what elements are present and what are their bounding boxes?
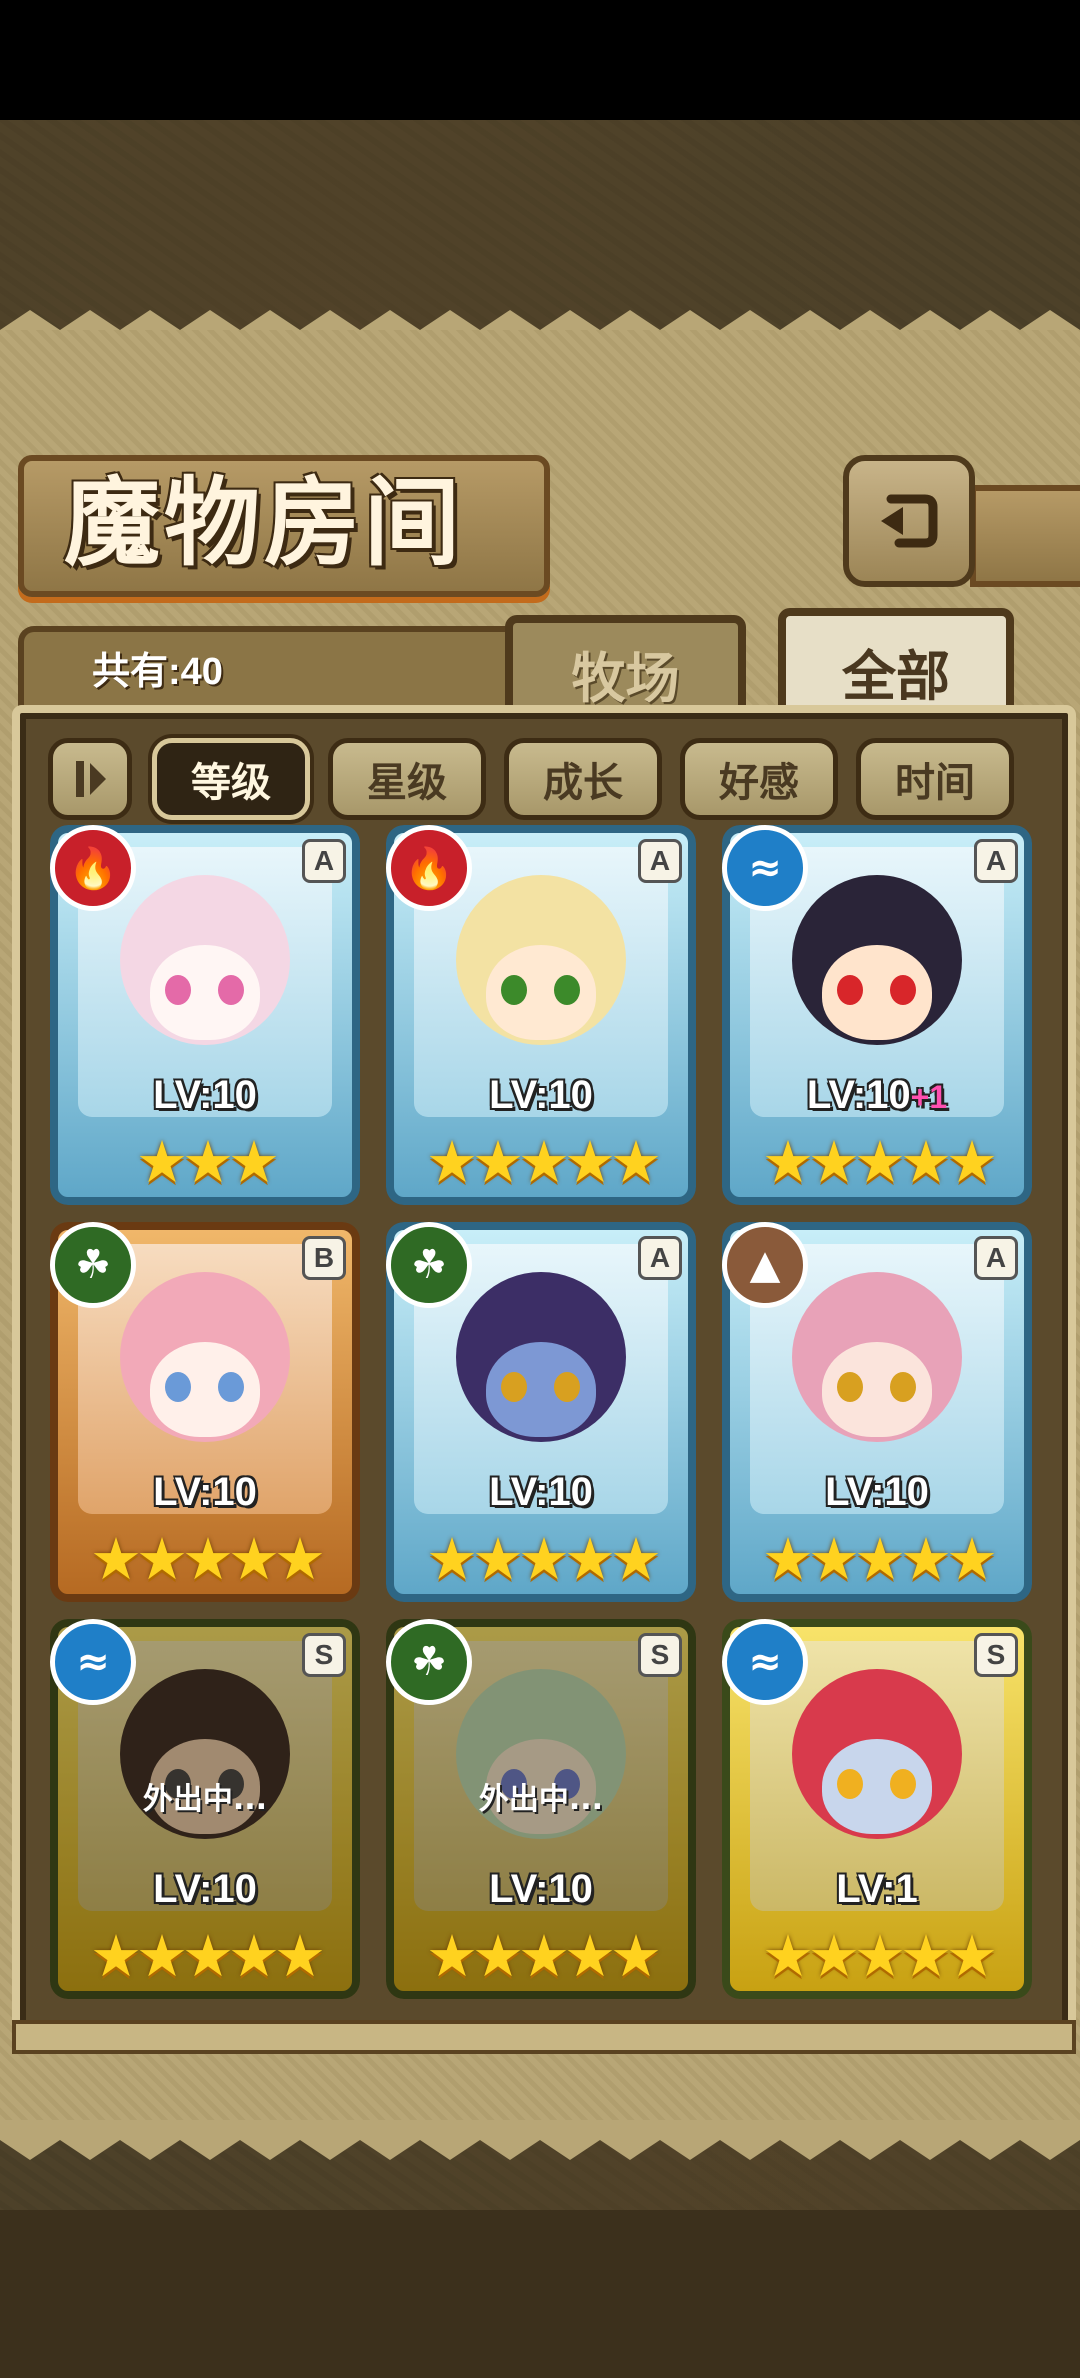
rank-badge: A bbox=[974, 1236, 1018, 1280]
level-value: LV:10 bbox=[489, 1867, 593, 1911]
level-label: LV:10 bbox=[50, 1470, 360, 1515]
back-bar bbox=[970, 485, 1080, 587]
level-label: LV:10 bbox=[722, 1470, 1032, 1515]
monster-eye bbox=[165, 975, 191, 1005]
map-bottom bbox=[0, 2210, 1080, 2378]
element-wood-icon: ☘ bbox=[50, 1222, 136, 1308]
rank-badge: S bbox=[974, 1633, 1018, 1677]
element-fire-icon: 🔥 bbox=[50, 825, 136, 911]
sort-icon bbox=[76, 761, 106, 797]
level-label: LV:10 bbox=[50, 1073, 360, 1118]
return-icon bbox=[881, 494, 938, 548]
level-label: LV:1 bbox=[722, 1867, 1032, 1912]
element-wood-icon: ☘ bbox=[386, 1222, 472, 1308]
level-value: LV:10 bbox=[806, 1073, 911, 1117]
monster-eye bbox=[554, 1372, 580, 1402]
panel-rail bbox=[12, 2020, 1076, 2054]
level-value: LV:10 bbox=[153, 1073, 257, 1117]
monster-count: 共有:40 bbox=[92, 651, 223, 693]
level-bonus: +1 bbox=[910, 1079, 948, 1115]
monster-card[interactable]: 外出中... ≈ S LV:10 ★★★★★ bbox=[50, 1619, 360, 1999]
monster-card[interactable]: ▲ A LV:10 ★★★★★ bbox=[722, 1222, 1032, 1602]
monster-card[interactable]: ☘ B LV:10 ★★★★★ bbox=[50, 1222, 360, 1602]
level-label: LV:10 bbox=[386, 1867, 696, 1912]
star-rating: ★★★★★ bbox=[762, 1525, 998, 1593]
filter-stars[interactable]: 星级 bbox=[328, 738, 486, 820]
away-status: 外出中... bbox=[478, 1782, 604, 1817]
star-rating: ★★★★★ bbox=[426, 1525, 662, 1593]
level-value: LV:10 bbox=[825, 1470, 929, 1514]
rank-badge: S bbox=[302, 1633, 346, 1677]
monster-card[interactable]: ☘ A LV:10 ★★★★★ bbox=[386, 1222, 696, 1602]
filter-growth[interactable]: 成长 bbox=[504, 738, 662, 820]
monster-eye bbox=[218, 1372, 244, 1402]
monster-card[interactable]: 🔥 A LV:10 ★★★ bbox=[50, 825, 360, 1205]
sort-order-button[interactable] bbox=[48, 738, 132, 820]
title-plate: 魔物房间 bbox=[18, 455, 550, 597]
star-rating: ★★★★★ bbox=[762, 1922, 998, 1990]
monster-eye bbox=[165, 1372, 191, 1402]
parchment-bottom-edge bbox=[0, 2120, 1080, 2160]
level-value: LV:1 bbox=[836, 1867, 918, 1911]
monster-eye bbox=[554, 975, 580, 1005]
monster-card[interactable]: ≈ A LV:10+1 ★★★★★ bbox=[722, 825, 1032, 1205]
status-bar bbox=[0, 0, 1080, 120]
element-water-icon: ≈ bbox=[50, 1619, 136, 1705]
monster-card[interactable]: ≈ S LV:1 ★★★★★ bbox=[722, 1619, 1032, 1999]
level-value: LV:10 bbox=[489, 1073, 593, 1117]
monster-eye bbox=[890, 975, 916, 1005]
monster-card[interactable]: 🔥 A LV:10 ★★★★★ bbox=[386, 825, 696, 1205]
level-value: LV:10 bbox=[153, 1867, 257, 1911]
level-value: LV:10 bbox=[489, 1470, 593, 1514]
star-rating: ★★★★★ bbox=[426, 1128, 662, 1196]
monster-eye bbox=[837, 1372, 863, 1402]
element-earth-icon: ▲ bbox=[722, 1222, 808, 1308]
star-rating: ★★★★★ bbox=[762, 1128, 998, 1196]
rank-badge: B bbox=[302, 1236, 346, 1280]
level-label: LV:10 bbox=[386, 1073, 696, 1118]
element-water-icon: ≈ bbox=[722, 825, 808, 911]
rank-badge: A bbox=[638, 1236, 682, 1280]
star-rating: ★★★★★ bbox=[426, 1922, 662, 1990]
star-rating: ★★★ bbox=[136, 1128, 280, 1196]
monster-eye bbox=[218, 975, 244, 1005]
star-rating: ★★★★★ bbox=[90, 1922, 326, 1990]
level-label: LV:10+1 bbox=[722, 1073, 1032, 1118]
filter-time[interactable]: 时间 bbox=[856, 738, 1014, 820]
rank-badge: A bbox=[302, 839, 346, 883]
level-label: LV:10 bbox=[386, 1470, 696, 1515]
away-status: 外出中... bbox=[142, 1782, 268, 1817]
level-label: LV:10 bbox=[50, 1867, 360, 1912]
monster-eye bbox=[837, 1769, 863, 1799]
rank-badge: A bbox=[638, 839, 682, 883]
element-water-icon: ≈ bbox=[722, 1619, 808, 1705]
monster-eye bbox=[837, 975, 863, 1005]
star-rating: ★★★★★ bbox=[90, 1525, 326, 1593]
element-fire-icon: 🔥 bbox=[386, 825, 472, 911]
back-button[interactable] bbox=[843, 455, 975, 587]
monster-eye bbox=[501, 1372, 527, 1402]
monster-card[interactable]: 外出中... ☘ S LV:10 ★★★★★ bbox=[386, 1619, 696, 1999]
monster-eye bbox=[890, 1372, 916, 1402]
rank-badge: A bbox=[974, 839, 1018, 883]
element-wood-icon: ☘ bbox=[386, 1619, 472, 1705]
monster-eye bbox=[501, 975, 527, 1005]
rank-badge: S bbox=[638, 1633, 682, 1677]
page-title: 魔物房间 bbox=[64, 466, 464, 579]
filter-affection[interactable]: 好感 bbox=[680, 738, 838, 820]
filter-level[interactable]: 等级 bbox=[152, 738, 310, 820]
level-value: LV:10 bbox=[153, 1470, 257, 1514]
monster-eye bbox=[890, 1769, 916, 1799]
